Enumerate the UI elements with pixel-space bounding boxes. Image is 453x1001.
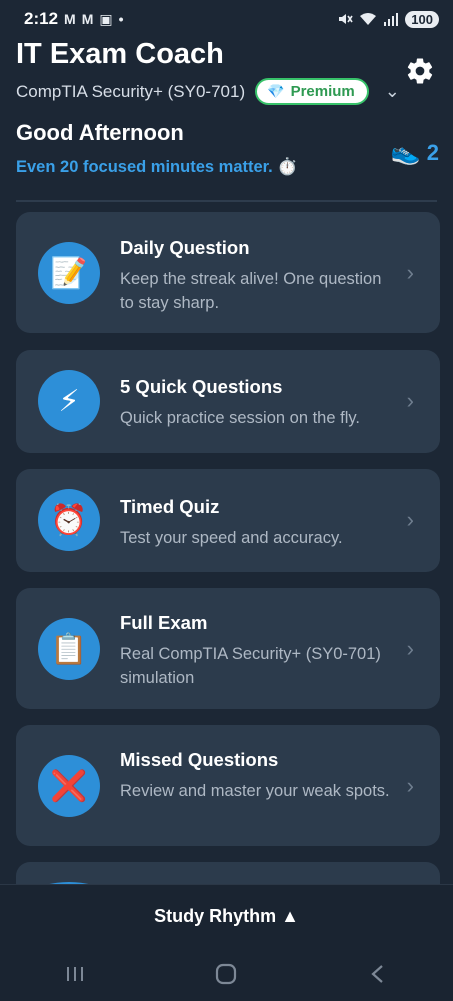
back-icon[interactable]: [366, 962, 390, 986]
chevron-right-icon: ›: [406, 507, 414, 532]
card-title: Full Exam: [120, 612, 208, 633]
card-subtitle: Review and master your weak spots.: [120, 782, 390, 800]
premium-badge[interactable]: 💎 Premium: [255, 78, 369, 105]
app-notification-icon: ▣: [99, 10, 113, 27]
gmail-notification-icon: M: [64, 11, 76, 27]
exam-selector[interactable]: CompTIA Security+ (SY0-701) 💎 Premium ⌄: [16, 78, 400, 105]
wifi-icon: [360, 13, 377, 25]
mute-icon: [339, 14, 353, 24]
clock: 2:12: [24, 9, 59, 28]
diamond-icon: 💎: [267, 83, 285, 99]
card-subtitle: Real CompTIA Security+ (SY0-701) simulat…: [120, 645, 381, 687]
running-shoe-icon: 👟: [390, 139, 421, 166]
signal-icon: [384, 13, 399, 26]
quick-questions-card[interactable]: ⚡ 5 Quick Questions Quick practice sessi…: [16, 350, 440, 453]
home-icon[interactable]: [213, 961, 239, 987]
card-title: Missed Questions: [120, 749, 279, 770]
status-bar: 2:12 M M ▣ • 100: [0, 0, 453, 38]
cross-mark-icon: ❌: [38, 755, 100, 817]
timed-quiz-card[interactable]: ⏰ Timed Quiz Test your speed and accurac…: [16, 469, 440, 572]
study-rhythm-toggle[interactable]: Study Rhythm ▲: [0, 884, 453, 947]
card-subtitle: Keep the streak alive! One question to s…: [120, 270, 382, 312]
clipboard-icon: 📋: [38, 618, 100, 680]
card-subtitle: Test your speed and accuracy.: [120, 529, 343, 547]
lightning-icon: ⚡: [38, 370, 100, 432]
chevron-right-icon: ›: [406, 260, 414, 285]
recent-apps-icon[interactable]: [63, 962, 87, 986]
gmail-notification-icon-2: M: [81, 11, 94, 27]
card-title: Timed Quiz: [120, 496, 220, 517]
streak-count: 2: [426, 139, 439, 165]
study-rhythm-label: Study Rhythm ▲: [154, 905, 299, 926]
divider: [16, 200, 437, 202]
chevron-down-icon[interactable]: ⌄: [385, 81, 400, 102]
motivation-text: Even 20 focused minutes matter. ⏱️: [16, 158, 298, 176]
app-title: IT Exam Coach: [16, 38, 224, 70]
daily-question-card[interactable]: 📝 Daily Question Keep the streak alive! …: [16, 212, 440, 333]
card-title: 5 Quick Questions: [120, 376, 283, 397]
missed-questions-card[interactable]: ❌ Missed Questions Review and master you…: [16, 725, 440, 846]
more-notifications-dot: •: [118, 11, 124, 27]
chevron-right-icon: ›: [406, 636, 414, 661]
card-title: Daily Question: [120, 237, 250, 258]
alarm-clock-icon: ⏰: [38, 489, 100, 551]
battery-indicator: 100: [405, 10, 439, 28]
memo-icon: 📝: [38, 242, 100, 304]
exam-name: CompTIA Security+ (SY0-701): [16, 81, 246, 101]
chevron-right-icon: ›: [406, 773, 414, 798]
chevron-right-icon: ›: [406, 388, 414, 413]
premium-label: Premium: [290, 83, 355, 100]
system-nav-bar: [0, 946, 453, 1001]
settings-gear-icon[interactable]: [405, 56, 435, 86]
streak-counter[interactable]: 👟 2: [391, 138, 439, 167]
card-subtitle: Quick practice session on the fly.: [120, 409, 360, 427]
full-exam-card[interactable]: 📋 Full Exam Real CompTIA Security+ (SY0-…: [16, 588, 440, 709]
greeting: Good Afternoon: [16, 120, 184, 145]
